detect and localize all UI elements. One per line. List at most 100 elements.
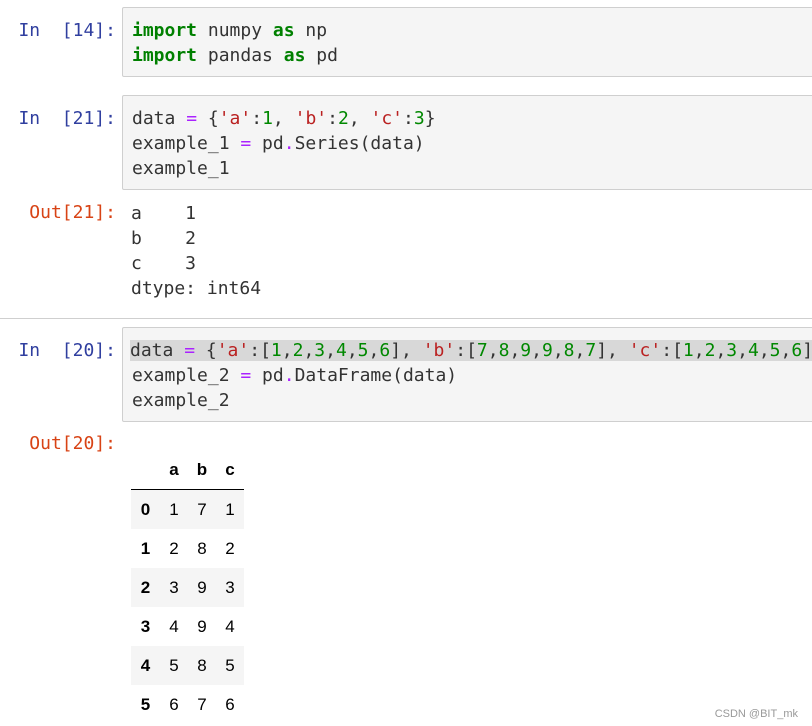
output-line: dtype: int64 — [131, 278, 262, 299]
code-token: as — [283, 45, 306, 66]
code-token: 'a' — [218, 108, 252, 129]
index-header — [131, 450, 160, 490]
table-cell: 6 — [225, 694, 235, 714]
code-token: , — [346, 340, 358, 361]
code-token: 1 — [682, 340, 694, 361]
table-cell: 4 — [225, 616, 235, 636]
code-token: } — [424, 108, 436, 129]
code-token: , — [737, 340, 748, 361]
code-token: 'c' — [628, 340, 662, 361]
column-header: a — [160, 450, 188, 490]
code-token: pd — [251, 133, 284, 154]
code-token: , — [303, 340, 315, 361]
table-cell: 9 — [197, 616, 207, 636]
code-token: pd — [251, 365, 284, 386]
dataframe-table: a b c 0 1 7 1 1 2 8 2 2 3 9 3 3 4 9 4 4 … — [131, 450, 244, 724]
code-token: : — [403, 108, 414, 129]
code-line: example_2 — [132, 388, 230, 413]
code-token: , — [509, 340, 521, 361]
code-token: np — [294, 20, 328, 41]
code-input-area[interactable]: data = {'a':[1,2,3,4,5,6], 'b':[7,8,9,9,… — [122, 327, 812, 422]
code-token: :[ — [455, 340, 477, 361]
code-token: = — [186, 108, 198, 129]
code-token: 2 — [292, 340, 304, 361]
code-token: as — [272, 20, 295, 41]
code-cell-21[interactable]: In [21]: data = {'a':1, 'b':2, 'c':3} ex… — [0, 90, 812, 320]
input-prompt: In [20]: — [18, 340, 116, 361]
table-header-row: a b c — [131, 450, 244, 490]
table-row: 1 2 8 2 — [131, 529, 244, 568]
code-token: { — [195, 340, 217, 361]
code-line: data = {'a':[1,2,3,4,5,6], 'b':[7,8,9,9,… — [130, 338, 812, 363]
table-cell: 8 — [197, 655, 207, 675]
code-token: 9 — [541, 340, 553, 361]
code-token: example_1 — [132, 133, 241, 154]
code-token: 4 — [747, 340, 759, 361]
code-token: = — [240, 365, 252, 386]
code-token: 7 — [585, 340, 597, 361]
code-token: pd — [305, 45, 338, 66]
code-token: ], — [596, 340, 629, 361]
code-token: , — [552, 340, 564, 361]
code-token: numpy — [197, 20, 273, 41]
code-input-area[interactable]: data = {'a':1, 'b':2, 'c':3} example_1 =… — [122, 95, 812, 190]
code-token: , — [574, 340, 586, 361]
table-row: 2 3 9 3 — [131, 568, 244, 607]
code-line: example_2 = pd.DataFrame(data) — [132, 363, 457, 388]
code-token: 5 — [357, 340, 369, 361]
code-cell-20[interactable]: In [20]: data = {'a':[1,2,3,4,5,6], 'b':… — [0, 320, 812, 726]
code-token: , — [715, 340, 727, 361]
row-index: 2 — [140, 577, 151, 597]
column-header: c — [216, 450, 244, 490]
code-token: import — [132, 45, 198, 66]
code-token: , — [693, 340, 705, 361]
table-cell: 9 — [197, 577, 207, 597]
code-token: , — [487, 340, 499, 361]
code-token: 8 — [563, 340, 575, 361]
table-cell: 5 — [169, 655, 179, 675]
table-row: 3 4 9 4 — [131, 607, 244, 646]
table-cell: 2 — [225, 538, 235, 558]
code-token: 2 — [704, 340, 716, 361]
code-token: ]} — [802, 340, 812, 361]
table-cell: 5 — [225, 655, 235, 675]
code-token: , — [758, 340, 770, 361]
table-row: 4 5 8 5 — [131, 646, 244, 685]
code-token: 1 — [262, 108, 273, 129]
row-index: 1 — [140, 538, 151, 558]
table-cell: 4 — [169, 616, 179, 636]
code-token: , — [281, 340, 293, 361]
code-line: example_1 — [132, 156, 230, 181]
table-cell: 2 — [169, 538, 179, 558]
code-token: :[ — [249, 340, 271, 361]
code-token: , — [325, 340, 336, 361]
input-prompt: In [21]: — [18, 108, 116, 129]
output-prompt: Out[21]: — [29, 202, 116, 223]
code-token: . — [283, 365, 295, 386]
code-line: import numpy as np — [132, 18, 327, 43]
table-cell: 7 — [197, 694, 207, 714]
row-index: 5 — [140, 694, 151, 714]
code-token: . — [283, 133, 295, 154]
code-token: , — [780, 340, 792, 361]
code-token: 'c' — [370, 108, 404, 129]
code-cell-14[interactable]: In [14]: import numpy as np import panda… — [0, 0, 812, 90]
code-token: 2 — [337, 108, 349, 129]
code-token: 3 — [726, 340, 738, 361]
cell-divider — [0, 318, 812, 319]
code-token: :[ — [661, 340, 683, 361]
row-index: 0 — [140, 499, 151, 519]
output-prompt: Out[20]: — [29, 433, 116, 454]
output-line: a 1 — [131, 203, 197, 224]
code-token: = — [240, 133, 252, 154]
code-line: data = {'a':1, 'b':2, 'c':3} — [132, 106, 436, 131]
code-token: : — [251, 108, 263, 129]
code-token: 'b' — [294, 108, 328, 129]
code-token: 4 — [335, 340, 347, 361]
code-token: data — [130, 340, 185, 361]
code-token: 3 — [413, 108, 425, 129]
code-token: , — [531, 340, 542, 361]
code-token: : — [327, 108, 338, 129]
code-input-area[interactable]: import numpy as np import pandas as pd — [122, 7, 812, 77]
code-token: 5 — [769, 340, 781, 361]
